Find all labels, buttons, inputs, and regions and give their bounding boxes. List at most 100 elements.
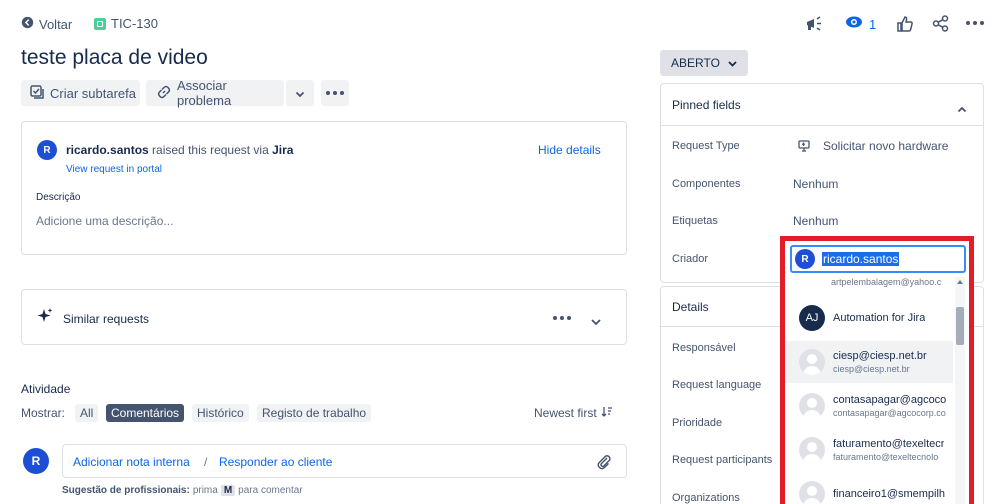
- description-label: Descrição: [36, 192, 81, 203]
- dropdown-item-financeiro[interactable]: financeiro1@smempilh: [785, 473, 953, 504]
- similar-requests-card[interactable]: Similar requests: [21, 289, 627, 345]
- description-field[interactable]: Adicione uma descrição...: [36, 214, 173, 228]
- request-details-card: R ricardo.santos raised this request via…: [21, 121, 627, 255]
- field-value-labels[interactable]: Nenhum: [793, 214, 838, 228]
- automation-avatar: AJ: [799, 305, 825, 331]
- more-issue-actions-button[interactable]: [321, 80, 349, 106]
- avatar[interactable]: R: [37, 140, 57, 160]
- share-icon[interactable]: [932, 15, 949, 37]
- link-issue-label: Associar problema: [177, 78, 232, 108]
- pinned-fields-header[interactable]: Pinned fields: [661, 84, 983, 126]
- chevron-up-icon[interactable]: [957, 100, 967, 118]
- chevron-down-icon: [728, 56, 737, 70]
- show-label: Mostrar:: [21, 406, 66, 420]
- request-type-icon: [798, 139, 810, 157]
- field-label-organizations: Organizations: [672, 492, 740, 504]
- create-subtask-label: Criar subtarefa: [50, 85, 136, 101]
- channel-name: Jira: [272, 143, 294, 157]
- similar-requests-label: Similar requests: [63, 312, 150, 326]
- field-label-labels: Etiquetas: [672, 215, 718, 227]
- dropdown-scrollbar[interactable]: [955, 277, 965, 504]
- user-dropdown-list: artpelembalagem@yahoo.c AJ Automation fo…: [785, 277, 969, 504]
- requester-name[interactable]: ricardo.santos: [66, 143, 149, 157]
- scroll-up-arrow[interactable]: [957, 280, 963, 284]
- issue-key: TIC-130: [111, 16, 158, 31]
- hide-details-link[interactable]: Hide details: [538, 143, 601, 157]
- pro-tip-prefix: Sugestão de profissionais:: [62, 485, 190, 496]
- pro-tip: Sugestão de profissionais: prima M para …: [62, 485, 303, 496]
- eye-icon: [845, 15, 863, 34]
- dropdown-item-contasapagar[interactable]: contasapagar@agcoco contasapagar@agcocor…: [785, 385, 953, 427]
- link-icon: [156, 84, 172, 103]
- tab-history[interactable]: Histórico: [192, 404, 249, 422]
- pro-tip-press: prima: [192, 485, 218, 496]
- raised-by-line: ricardo.santos raised this request via J…: [66, 143, 293, 157]
- avatar[interactable]: R: [23, 448, 49, 474]
- create-subtask-button[interactable]: Criar subtarefa: [21, 80, 140, 106]
- add-internal-note-button[interactable]: Adicionar nota interna: [73, 455, 190, 469]
- dropdown-item-name: Automation for Jira: [833, 312, 926, 324]
- user-avatar: [799, 393, 825, 419]
- issue-title[interactable]: teste placa de video: [21, 46, 208, 70]
- field-label-request-type: Request Type: [672, 140, 740, 152]
- dropdown-item-ciesp[interactable]: ciesp@ciesp.net.br ciesp@ciesp.net.br: [785, 341, 953, 383]
- tab-all[interactable]: All: [75, 404, 99, 422]
- details-title: Details: [672, 300, 709, 314]
- link-issue-dropdown-button[interactable]: [286, 80, 314, 106]
- paperclip-icon[interactable]: [596, 453, 612, 475]
- link-issue-button[interactable]: Associar problema: [146, 78, 284, 108]
- ai-sparkle-icon: [36, 307, 54, 330]
- field-label-components: Componentes: [672, 178, 741, 190]
- issue-type-icon: [94, 17, 106, 30]
- dropdown-item-automation[interactable]: AJ Automation for Jira: [785, 297, 953, 339]
- similar-more-icon[interactable]: [553, 316, 571, 320]
- field-value-request-type[interactable]: Solicitar novo hardware: [823, 139, 948, 153]
- watch-count: 1: [869, 17, 877, 32]
- field-label-assignee: Responsável: [672, 342, 736, 354]
- pinned-fields-title: Pinned fields: [672, 98, 741, 112]
- avatar: R: [795, 249, 815, 269]
- dropdown-item-email: contasapagar@agcocorp.co: [833, 408, 946, 418]
- feedback-megaphone-icon[interactable]: [805, 15, 825, 38]
- user-avatar: [799, 437, 825, 463]
- field-label-request-language: Request language: [672, 379, 762, 391]
- dropdown-item-name: faturamento@texeltecr: [833, 438, 945, 450]
- back-link[interactable]: Voltar: [21, 16, 72, 32]
- dropdown-item-email: ciesp@ciesp.net.br: [833, 364, 910, 374]
- status-label: ABERTO: [671, 56, 720, 70]
- arrow-left-circle-icon: [21, 16, 34, 32]
- subtask-icon: [30, 84, 45, 102]
- field-label-request-participants: Request participants: [672, 454, 773, 466]
- user-avatar: [799, 481, 825, 504]
- watch-button[interactable]: 1: [845, 15, 876, 34]
- view-in-portal-link[interactable]: View request in portal: [66, 164, 162, 175]
- field-label-priority: Prioridade: [672, 417, 723, 429]
- user-picker-highlight: R ricardo.santos artpelembalagem@yahoo.c…: [780, 236, 974, 504]
- chevron-down-icon[interactable]: [590, 313, 602, 331]
- raised-text: raised this request via: [152, 143, 269, 157]
- more-actions-icon[interactable]: [966, 21, 984, 25]
- dropdown-item-email: faturamento@texeltecnolo: [833, 452, 939, 462]
- more-icon: [326, 91, 344, 95]
- dropdown-item-name: ciesp@ciesp.net.br: [833, 350, 927, 362]
- tab-worklog[interactable]: Registo de trabalho: [257, 404, 372, 422]
- tab-comments[interactable]: Comentários: [106, 404, 185, 422]
- dropdown-item-name: financeiro1@smempilh: [833, 488, 946, 500]
- status-dropdown[interactable]: ABERTO: [660, 50, 748, 76]
- creator-input[interactable]: R ricardo.santos: [790, 245, 966, 273]
- sort-icon: [601, 406, 613, 420]
- creator-input-value: ricardo.santos: [822, 252, 900, 266]
- dropdown-item-faturamento[interactable]: faturamento@texeltecr faturamento@texelt…: [785, 429, 953, 471]
- field-label-creator: Criador: [672, 253, 709, 265]
- comment-box[interactable]: Adicionar nota interna / Responder ao cl…: [62, 444, 627, 478]
- reply-to-customer-button[interactable]: Responder ao cliente: [219, 455, 332, 469]
- user-avatar: [799, 349, 825, 375]
- chevron-down-icon: [295, 86, 305, 101]
- field-value-components[interactable]: Nenhum: [793, 177, 838, 191]
- back-label: Voltar: [39, 16, 73, 32]
- dropdown-item-partial[interactable]: artpelembalagem@yahoo.c: [831, 277, 941, 287]
- issue-key-breadcrumb[interactable]: TIC-130: [94, 16, 158, 31]
- thumbs-up-icon[interactable]: [897, 15, 913, 37]
- sort-button[interactable]: Newest first: [534, 406, 613, 420]
- scrollbar-thumb[interactable]: [956, 307, 964, 345]
